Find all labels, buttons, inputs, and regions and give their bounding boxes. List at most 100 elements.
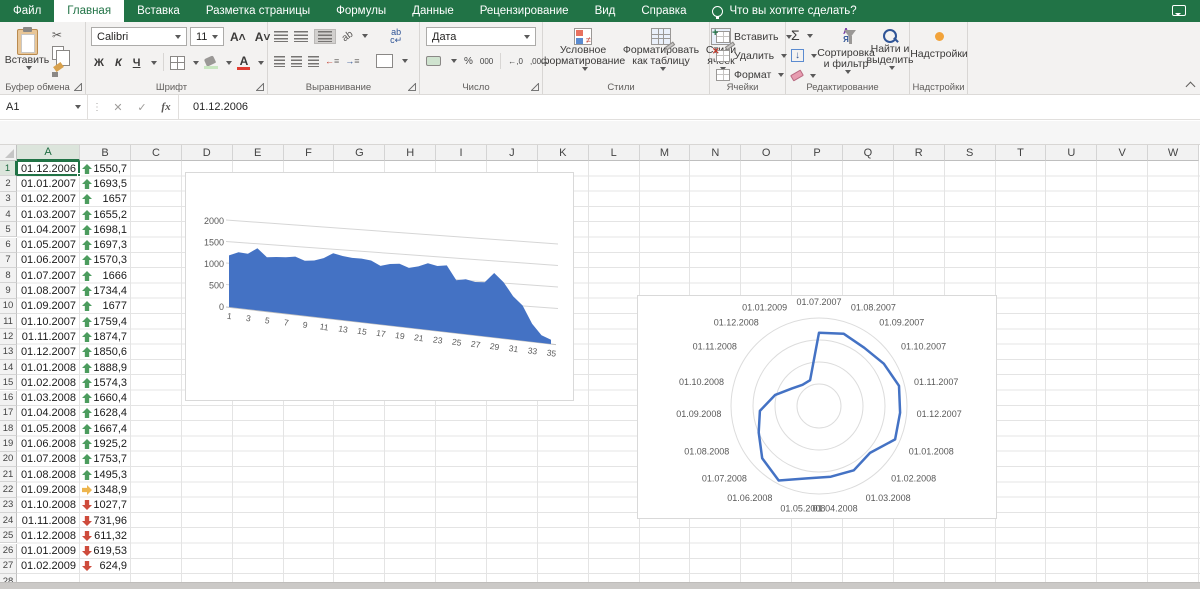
column-header-C[interactable]: C xyxy=(131,145,182,161)
font-size-combo[interactable]: 11 xyxy=(190,27,224,46)
cell-B18[interactable]: 1667,4 xyxy=(80,421,131,436)
cell-B14[interactable]: 1888,9 xyxy=(80,360,131,375)
row-header-5[interactable]: 5 xyxy=(0,222,17,238)
cell-B21[interactable]: 1495,3 xyxy=(80,467,131,482)
row-header-21[interactable]: 21 xyxy=(0,467,17,483)
tab-Главная[interactable]: Главная xyxy=(54,0,125,22)
cell-B5[interactable]: 1698,1 xyxy=(80,222,131,237)
fill-color-chevron-icon[interactable] xyxy=(226,60,233,65)
cell-A20[interactable]: 01.07.2008 xyxy=(17,452,80,467)
row-header-11[interactable]: 11 xyxy=(0,314,17,330)
addins-button[interactable]: Надстройки xyxy=(910,28,968,60)
autosum-button[interactable]: Σ xyxy=(791,27,817,44)
cell-A21[interactable]: 01.08.2008 xyxy=(17,467,80,482)
cell-B26[interactable]: 619,53 xyxy=(80,544,131,559)
formula-input[interactable]: 01.12.2006 xyxy=(178,94,248,120)
clipboard-dialog-launcher-icon[interactable] xyxy=(74,83,82,91)
merge-center-button[interactable] xyxy=(375,54,393,68)
cell-A17[interactable]: 01.04.2008 xyxy=(17,406,80,421)
row-header-24[interactable]: 24 xyxy=(0,512,17,529)
merge-chevron-icon[interactable] xyxy=(401,59,408,63)
font-dialog-launcher-icon[interactable] xyxy=(256,83,264,91)
collapse-ribbon-icon[interactable] xyxy=(1185,81,1196,92)
row-header-22[interactable]: 22 xyxy=(0,482,17,498)
row-header-20[interactable]: 20 xyxy=(0,451,17,467)
fill-handle[interactable] xyxy=(77,173,81,178)
number-format-combo[interactable]: Дата xyxy=(426,27,536,46)
font-color-chevron-icon[interactable] xyxy=(258,60,265,65)
decrease-indent-button[interactable]: ←≡ xyxy=(325,56,339,66)
row-header-2[interactable]: 2 xyxy=(0,176,17,192)
radar-chart[interactable]: 01.07.2007 01.08.2007 01.09.2007 01.10.2007… xyxy=(637,295,997,519)
borders-chevron-icon[interactable] xyxy=(193,60,200,65)
row-header-13[interactable]: 13 xyxy=(0,344,17,360)
row-header-4[interactable]: 4 xyxy=(0,206,17,223)
cell-A26[interactable]: 01.01.2009 xyxy=(17,544,80,559)
column-header-P[interactable]: P xyxy=(792,145,843,161)
cell-B22[interactable]: 1348,9 xyxy=(80,482,131,497)
cell-B11[interactable]: 1759,4 xyxy=(80,314,131,329)
alignment-dialog-launcher-icon[interactable] xyxy=(408,83,416,91)
column-header-W[interactable]: W xyxy=(1148,145,1199,161)
underline-button[interactable]: Ч xyxy=(130,53,144,72)
cell-A7[interactable]: 01.06.2007 xyxy=(17,253,80,268)
accounting-format-button[interactable] xyxy=(426,56,441,66)
formula-bar-grip[interactable]: ⋮ xyxy=(88,102,106,113)
fill-button[interactable]: ↓ xyxy=(791,47,817,64)
column-header-T[interactable]: T xyxy=(995,145,1047,161)
wrap-text-button[interactable]: ab c↵ xyxy=(390,28,402,45)
increase-decimal-button[interactable]: ←,0 xyxy=(508,57,523,66)
cell-B19[interactable]: 1925,2 xyxy=(80,436,131,451)
row-header-26[interactable]: 26 xyxy=(0,543,17,559)
cell-A13[interactable]: 01.12.2007 xyxy=(17,345,80,360)
cell-B27[interactable]: 624,9 xyxy=(80,559,131,574)
cell-A4[interactable]: 01.03.2007 xyxy=(17,207,80,222)
cell-A3[interactable]: 01.02.2007 xyxy=(17,192,80,207)
row-header-6[interactable]: 6 xyxy=(0,237,17,253)
cell-A5[interactable]: 01.04.2007 xyxy=(17,222,80,237)
increase-font-button[interactable]: A˄ xyxy=(227,27,249,46)
column-header-R[interactable]: R xyxy=(893,145,945,161)
delete-cells-button[interactable]: Удалить xyxy=(712,46,792,64)
cell-B25[interactable]: 611,32 xyxy=(80,528,131,543)
column-header-D[interactable]: D xyxy=(181,145,233,161)
column-header-H[interactable]: H xyxy=(385,145,437,161)
align-bottom-button[interactable] xyxy=(314,28,336,44)
orientation-button[interactable]: ab xyxy=(340,28,355,43)
conditional-formatting-button[interactable]: Условное форматирование xyxy=(541,24,625,71)
percent-style-button[interactable]: % xyxy=(464,56,473,67)
copy-button[interactable] xyxy=(52,46,70,66)
cell-B17[interactable]: 1628,4 xyxy=(80,406,131,421)
column-header-U[interactable]: U xyxy=(1046,145,1098,161)
underline-chevron-icon[interactable] xyxy=(151,60,158,65)
cell-A11[interactable]: 01.10.2007 xyxy=(17,314,80,329)
feedback-icon[interactable] xyxy=(1172,5,1186,16)
fill-color-button[interactable] xyxy=(204,57,219,69)
cell-A19[interactable]: 01.06.2008 xyxy=(17,436,80,451)
cell-B1[interactable]: 1550,7 xyxy=(80,161,131,176)
row-header-12[interactable]: 12 xyxy=(0,329,17,345)
row-header-3[interactable]: 3 xyxy=(0,191,17,207)
cell-B15[interactable]: 1574,3 xyxy=(80,375,131,390)
column-header-N[interactable]: N xyxy=(690,145,742,161)
cell-A16[interactable]: 01.03.2008 xyxy=(17,391,80,406)
cell-B8[interactable]: 1666 xyxy=(80,268,131,283)
cell-A12[interactable]: 01.11.2007 xyxy=(17,329,80,344)
cell-B23[interactable]: 1027,7 xyxy=(80,498,131,513)
row-header-16[interactable]: 16 xyxy=(0,390,17,406)
format-painter-button[interactable] xyxy=(52,64,65,77)
cell-A9[interactable]: 01.08.2007 xyxy=(17,283,80,298)
insert-cells-button[interactable]: Вставить xyxy=(712,27,792,45)
cell-B16[interactable]: 1660,4 xyxy=(80,391,131,406)
cell-B6[interactable]: 1697,3 xyxy=(80,238,131,253)
italic-button[interactable]: К xyxy=(112,53,125,72)
column-header-F[interactable]: F xyxy=(283,145,335,161)
cell-B13[interactable]: 1850,6 xyxy=(80,345,131,360)
cell-B3[interactable]: 1657 xyxy=(80,192,131,207)
accounting-chevron-icon[interactable] xyxy=(451,59,457,63)
cell-grid[interactable]: 01.12.2006 1550,7 01.01.2007 1693,5 01.02.20… xyxy=(17,161,1200,582)
cell-A15[interactable]: 01.02.2008 xyxy=(17,375,80,390)
row-header-15[interactable]: 15 xyxy=(0,375,17,391)
tab-Формулы[interactable]: Формулы xyxy=(323,0,399,22)
row-header-1[interactable]: 1 xyxy=(0,161,17,177)
